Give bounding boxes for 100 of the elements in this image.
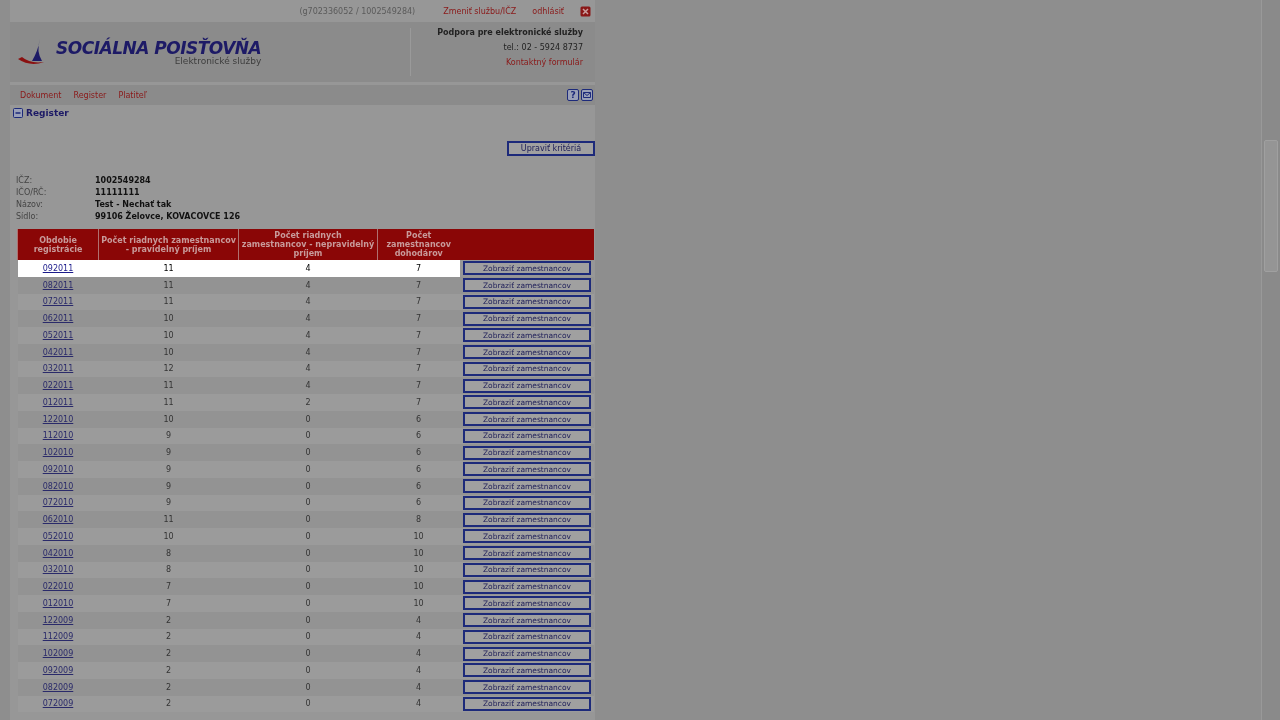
logo-title: SOCIÁLNA POISŤOVŇA (56, 38, 262, 58)
table-cell: 4 (377, 611, 460, 629)
table-cell: 10 (98, 528, 239, 545)
table-cell: 4 (238, 327, 378, 344)
table-cell: 0 (238, 444, 378, 461)
table-cell: 4 (238, 293, 378, 311)
table-cell: 10 (98, 410, 239, 428)
period-link[interactable]: 042011 (42, 347, 74, 357)
table-cell: 10 (98, 343, 239, 361)
table-cell: 11 (98, 394, 239, 411)
table-cell: 0 (238, 544, 378, 562)
period-link[interactable]: 072010 (42, 498, 74, 508)
period-link[interactable]: 032011 (42, 364, 74, 374)
table-cell: 4 (238, 343, 378, 361)
period-link[interactable]: 042010 (42, 548, 74, 558)
table-cell: 0 (238, 662, 378, 679)
period-link[interactable]: 052010 (42, 531, 74, 541)
table-cell: 2 (98, 628, 239, 646)
table-cell: 9 (98, 461, 239, 478)
period-link[interactable]: 062011 (42, 314, 74, 324)
column-header: Počet riadnych zamestnancov - pravidelný príjem (98, 229, 239, 260)
table-cell: 0 (238, 628, 378, 646)
table-cell: 10 (377, 561, 460, 579)
column-header: Obdobie registrácie (17, 229, 99, 260)
table-cell: 6 (377, 461, 460, 478)
period-link[interactable]: 072011 (42, 297, 74, 307)
table-cell: 7 (377, 394, 460, 411)
period-link[interactable]: 012011 (42, 397, 74, 407)
column-header: Počet riadnych zamestnancov - nepravidelný príjem (238, 229, 378, 260)
field-label: IČO/RČ: (16, 187, 48, 199)
table-cell: 9 (98, 494, 239, 512)
field-value: 1002549284 (95, 175, 152, 187)
table-cell: 4 (238, 377, 378, 394)
table-cell: 4 (377, 662, 460, 679)
envelope-icon[interactable] (581, 89, 593, 101)
change-service-link[interactable]: Zmeniť službu/IČZ (443, 6, 517, 16)
table-cell: 0 (238, 410, 378, 428)
table-cell: 0 (238, 528, 378, 545)
table-cell: 10 (377, 595, 460, 612)
period-link[interactable]: 122010 (42, 414, 74, 424)
field-value: Test - Nechať tak (95, 199, 173, 210)
table-cell: 8 (377, 511, 460, 528)
period-link[interactable]: 062010 (42, 515, 74, 525)
period-link[interactable]: 102009 (42, 649, 74, 659)
table-cell: 2 (98, 611, 239, 629)
table-cell: 0 (238, 695, 378, 713)
field-label: Sídlo: (16, 211, 40, 223)
table-cell: 0 (238, 511, 378, 528)
table-cell: 4 (377, 678, 460, 696)
section-title: Register (26, 108, 69, 118)
column-header: Počet zamestnancov dohodárov (377, 229, 460, 260)
table-cell: 4 (377, 628, 460, 646)
table-cell: 10 (377, 528, 460, 545)
table-cell: 8 (98, 561, 239, 579)
period-link[interactable]: 012010 (42, 598, 74, 608)
period-link[interactable]: 022011 (42, 381, 74, 391)
period-link[interactable]: 072009 (42, 699, 74, 709)
table-cell: 6 (377, 494, 460, 512)
table-cell: 2 (98, 678, 239, 696)
period-link[interactable]: 092009 (42, 665, 74, 675)
logo-subtitle: Elektronické služby (174, 56, 262, 66)
table-cell: 0 (238, 427, 378, 445)
edit-criteria-button[interactable]: Upraviť kritériá (507, 141, 595, 156)
phone-text: tel.: 02 - 5924 8737 (503, 43, 583, 52)
period-link[interactable]: 112010 (42, 431, 74, 441)
period-link[interactable]: 082010 (42, 481, 74, 491)
table-cell: 4 (238, 310, 378, 327)
table-cell: 6 (377, 427, 460, 445)
help-button[interactable]: ? (567, 89, 579, 101)
period-link[interactable]: 092011 (42, 263, 74, 273)
table-cell: 7 (377, 327, 460, 344)
close-icon[interactable] (580, 5, 591, 17)
table-cell: 4 (238, 260, 378, 277)
period-link[interactable]: 052011 (42, 330, 74, 340)
collapse-icon[interactable] (13, 108, 23, 118)
period-link[interactable]: 112009 (42, 632, 74, 642)
table-cell: 11 (98, 377, 239, 394)
table-cell: 11 (98, 260, 239, 277)
table-cell: 0 (238, 494, 378, 512)
table-cell: 7 (377, 360, 460, 378)
field-value: 11111111 (95, 187, 141, 199)
table-cell: 9 (98, 444, 239, 461)
period-link[interactable]: 122009 (42, 615, 74, 625)
period-link[interactable]: 092010 (42, 464, 74, 474)
table-cell: 7 (98, 578, 239, 595)
period-link[interactable]: 032010 (42, 565, 74, 575)
table-cell: 12 (98, 360, 239, 378)
table-cell: 7 (377, 310, 460, 327)
table-cell: 7 (377, 260, 460, 277)
table-cell: 7 (98, 595, 239, 612)
period-link[interactable]: 082009 (42, 682, 74, 692)
field-label: IČZ: (16, 175, 34, 186)
period-link[interactable]: 102010 (42, 448, 74, 458)
period-link[interactable]: 022010 (42, 582, 74, 592)
table-cell: 9 (98, 477, 239, 495)
table-cell: 7 (377, 343, 460, 361)
table-cell: 8 (98, 544, 239, 562)
period-link[interactable]: 082011 (42, 280, 74, 290)
logout-link[interactable]: odhlásiť (532, 6, 564, 16)
table-cell: 2 (238, 394, 378, 411)
